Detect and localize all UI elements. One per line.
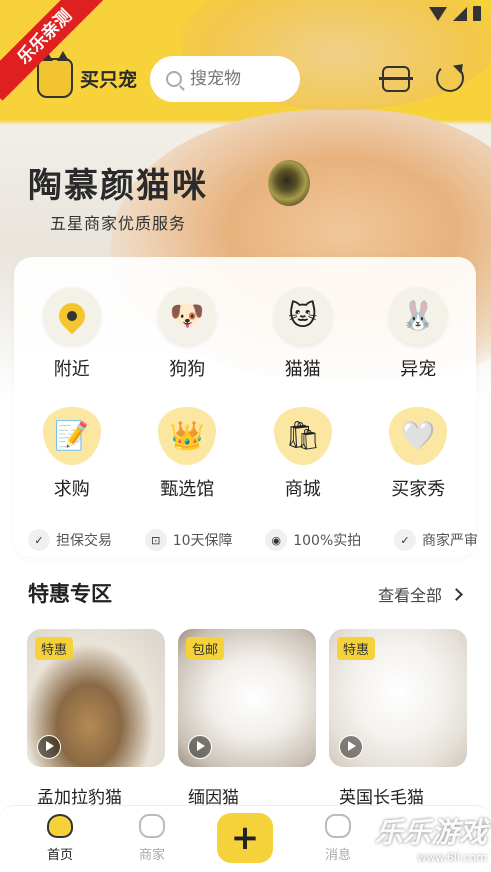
watermark-title: 乐乐游戏 (374, 816, 487, 849)
scan-icon[interactable] (379, 66, 413, 92)
nav-merchants[interactable]: 商家 (122, 814, 182, 863)
banner-title: 陶慕颜猫咪 (28, 166, 208, 206)
category-request[interactable]: 📝 求购 (22, 407, 122, 501)
watermark: 乐乐游戏 www.6ll.com (375, 811, 487, 864)
message-icon (325, 814, 351, 838)
category-nearby[interactable]: 附近 (22, 287, 122, 381)
play-icon[interactable] (339, 735, 363, 759)
category-label: 甄选馆 (160, 479, 215, 500)
app-name: 买只宠 (80, 69, 138, 91)
guarantee-item: ◉ 100%实拍 (265, 529, 361, 551)
guarantee-item: ⊡ 10天保障 (144, 529, 233, 551)
pet-card[interactable]: 特惠 孟加拉豹猫 (27, 629, 165, 808)
store-icon (139, 814, 165, 838)
shield-check-icon: ✓ (28, 529, 50, 551)
location-pin-icon (42, 287, 101, 345)
pet-tag: 特惠 (337, 637, 376, 660)
search-icon (166, 71, 182, 87)
app-logo-icon (37, 51, 73, 98)
cat-face-icon: 🐱 (273, 287, 332, 345)
nav-home[interactable]: 首页 (30, 814, 90, 863)
category-label: 商城 (284, 479, 321, 500)
category-label: 买家秀 (391, 479, 446, 500)
category-mall[interactable]: 🛍 商城 (253, 407, 353, 501)
pet-photo: 特惠 (329, 629, 467, 767)
category-row-1: 附近 🐶 狗狗 🐱 猫猫 🐰 异宠 (14, 287, 476, 381)
play-icon[interactable] (37, 735, 61, 759)
request-icon: 📝 (42, 407, 101, 465)
pet-card[interactable]: 包邮 缅因猫 (178, 629, 316, 808)
camera-icon: ◉ (265, 529, 288, 551)
pet-photo: 特惠 (27, 629, 165, 767)
category-row-2: 📝 求购 👑 甄选馆 🛍 商城 🤍 买家秀 (14, 407, 476, 501)
chevron-right-icon (450, 587, 463, 601)
battery-icon (473, 6, 481, 21)
specials-list: 特惠 孟加拉豹猫 包邮 缅因猫 特惠 英国长毛猫 (27, 629, 467, 808)
category-exotic[interactable]: 🐰 异宠 (368, 287, 468, 381)
refresh-icon[interactable] (436, 64, 464, 92)
category-dogs[interactable]: 🐶 狗狗 (137, 287, 237, 381)
guarantee-label: 100%实拍 (293, 533, 362, 549)
top-bar: 买只宠 (0, 51, 491, 108)
pet-tag: 特惠 (35, 637, 74, 660)
category-label: 附近 (53, 359, 90, 380)
specials-title: 特惠专区 (28, 582, 112, 606)
wifi-icon (429, 6, 447, 21)
guarantee-label: 担保交易 (56, 533, 112, 549)
crown-icon: 👑 (158, 407, 217, 465)
search-input[interactable] (190, 69, 290, 89)
pet-tag: 包邮 (186, 637, 225, 660)
banner-subtitle: 五星商家优质服务 (50, 214, 187, 233)
category-label: 求购 (53, 479, 90, 500)
nav-messages[interactable]: 消息 (308, 814, 368, 863)
exotic-pet-icon: 🐰 (389, 287, 448, 345)
dog-face-icon: 🐶 (158, 287, 217, 345)
guarantee-strip: ✓ 担保交易 ⊡ 10天保障 ◉ 100%实拍 ✓ 商家严审 (28, 529, 478, 551)
category-grid: 附近 🐶 狗狗 🐱 猫猫 🐰 异宠 📝 求购 👑 甄选馆 🛍 商城 🤍 买家秀 (14, 287, 476, 527)
category-label: 狗狗 (169, 359, 206, 380)
view-all-label: 查看全部 (377, 586, 442, 605)
nav-label: 商家 (138, 848, 165, 863)
nav-label: 消息 (324, 848, 351, 863)
nav-label: 首页 (46, 848, 73, 863)
category-buyer-show[interactable]: 🤍 买家秀 (368, 407, 468, 501)
banner-cat-eye (268, 160, 310, 206)
publish-button[interactable]: + (217, 813, 273, 863)
category-card: 附近 🐶 狗狗 🐱 猫猫 🐰 异宠 📝 求购 👑 甄选馆 🛍 商城 🤍 买家秀 … (14, 257, 478, 557)
guarantee-item: ✓ 商家严审 (393, 529, 478, 551)
guarantee-item: ✓ 担保交易 (28, 529, 112, 551)
category-selection[interactable]: 👑 甄选馆 (137, 407, 237, 501)
calendar-10-icon: ⊡ (144, 529, 167, 551)
play-icon[interactable] (188, 735, 212, 759)
home-icon (47, 814, 73, 838)
heart-icon: 🤍 (389, 407, 448, 465)
guarantee-label: 商家严审 (421, 533, 478, 549)
user-check-icon: ✓ (393, 529, 416, 551)
watermark-url: www.6ll.com (417, 851, 487, 864)
guarantee-label: 10天保障 (172, 533, 233, 549)
category-label: 异宠 (400, 359, 437, 380)
category-cats[interactable]: 🐱 猫猫 (253, 287, 353, 381)
view-all-link[interactable]: 查看全部 (377, 582, 463, 606)
search-bar[interactable] (150, 56, 300, 102)
pet-photo: 包邮 (178, 629, 316, 767)
cell-signal-icon (453, 6, 467, 21)
pet-card[interactable]: 特惠 英国长毛猫 (329, 629, 467, 808)
category-label: 猫猫 (284, 359, 321, 380)
status-bar (429, 6, 481, 21)
shopping-bag-icon: 🛍 (273, 407, 332, 465)
